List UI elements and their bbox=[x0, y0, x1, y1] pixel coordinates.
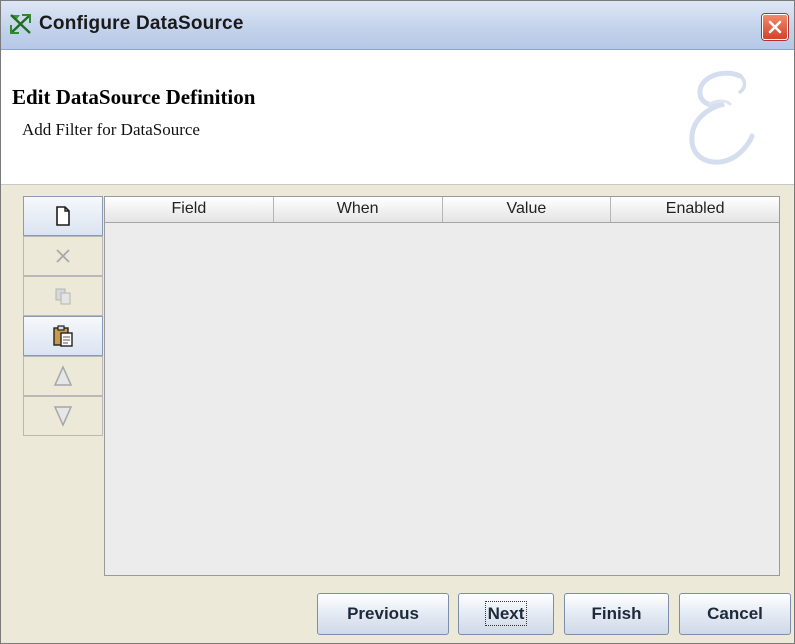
paste-row-button[interactable] bbox=[23, 316, 103, 356]
move-down-button[interactable] bbox=[23, 396, 103, 436]
paste-icon bbox=[53, 325, 73, 347]
cancel-button[interactable]: Cancel bbox=[679, 593, 791, 635]
wizard-button-bar: Previous Next Finish Cancel bbox=[1, 593, 794, 643]
move-up-button[interactable] bbox=[23, 356, 103, 396]
close-icon bbox=[768, 20, 782, 34]
finish-button-label: Finish bbox=[591, 604, 642, 623]
new-document-icon bbox=[56, 206, 70, 226]
previous-button[interactable]: Previous bbox=[317, 593, 449, 635]
next-button[interactable]: Next bbox=[458, 593, 554, 635]
next-button-label: Next bbox=[484, 601, 528, 626]
column-header-field[interactable]: Field bbox=[105, 197, 274, 222]
configure-datasource-dialog: Configure DataSource Edit DataSource Def… bbox=[0, 0, 795, 644]
row-toolbar bbox=[23, 196, 103, 438]
copy-row-button[interactable] bbox=[23, 276, 103, 316]
column-header-when[interactable]: When bbox=[274, 197, 443, 222]
table-header: Field When Value Enabled bbox=[105, 197, 779, 223]
window-title: Configure DataSource bbox=[39, 13, 244, 34]
title-bar[interactable]: Configure DataSource bbox=[1, 1, 794, 50]
copy-icon bbox=[55, 288, 71, 305]
column-header-enabled[interactable]: Enabled bbox=[611, 197, 779, 222]
new-row-button[interactable] bbox=[23, 196, 103, 236]
script-e-logo-icon bbox=[689, 70, 755, 165]
filter-table[interactable]: Field When Value Enabled bbox=[104, 196, 780, 576]
page-title: Edit DataSource Definition bbox=[12, 85, 256, 109]
column-header-value[interactable]: Value bbox=[443, 197, 612, 222]
move-up-icon bbox=[53, 365, 73, 386]
page-subtitle: Add Filter for DataSource bbox=[22, 120, 200, 139]
delete-x-icon bbox=[56, 249, 70, 263]
close-button[interactable] bbox=[762, 14, 788, 40]
app-icon bbox=[10, 14, 31, 34]
move-down-icon bbox=[53, 406, 73, 427]
delete-row-button[interactable] bbox=[23, 236, 103, 276]
wizard-header: Edit DataSource Definition Add Filter fo… bbox=[1, 50, 794, 185]
finish-button[interactable]: Finish bbox=[564, 593, 669, 635]
previous-button-label: Previous bbox=[347, 604, 419, 623]
table-body[interactable] bbox=[105, 223, 779, 575]
cancel-button-label: Cancel bbox=[707, 604, 763, 623]
